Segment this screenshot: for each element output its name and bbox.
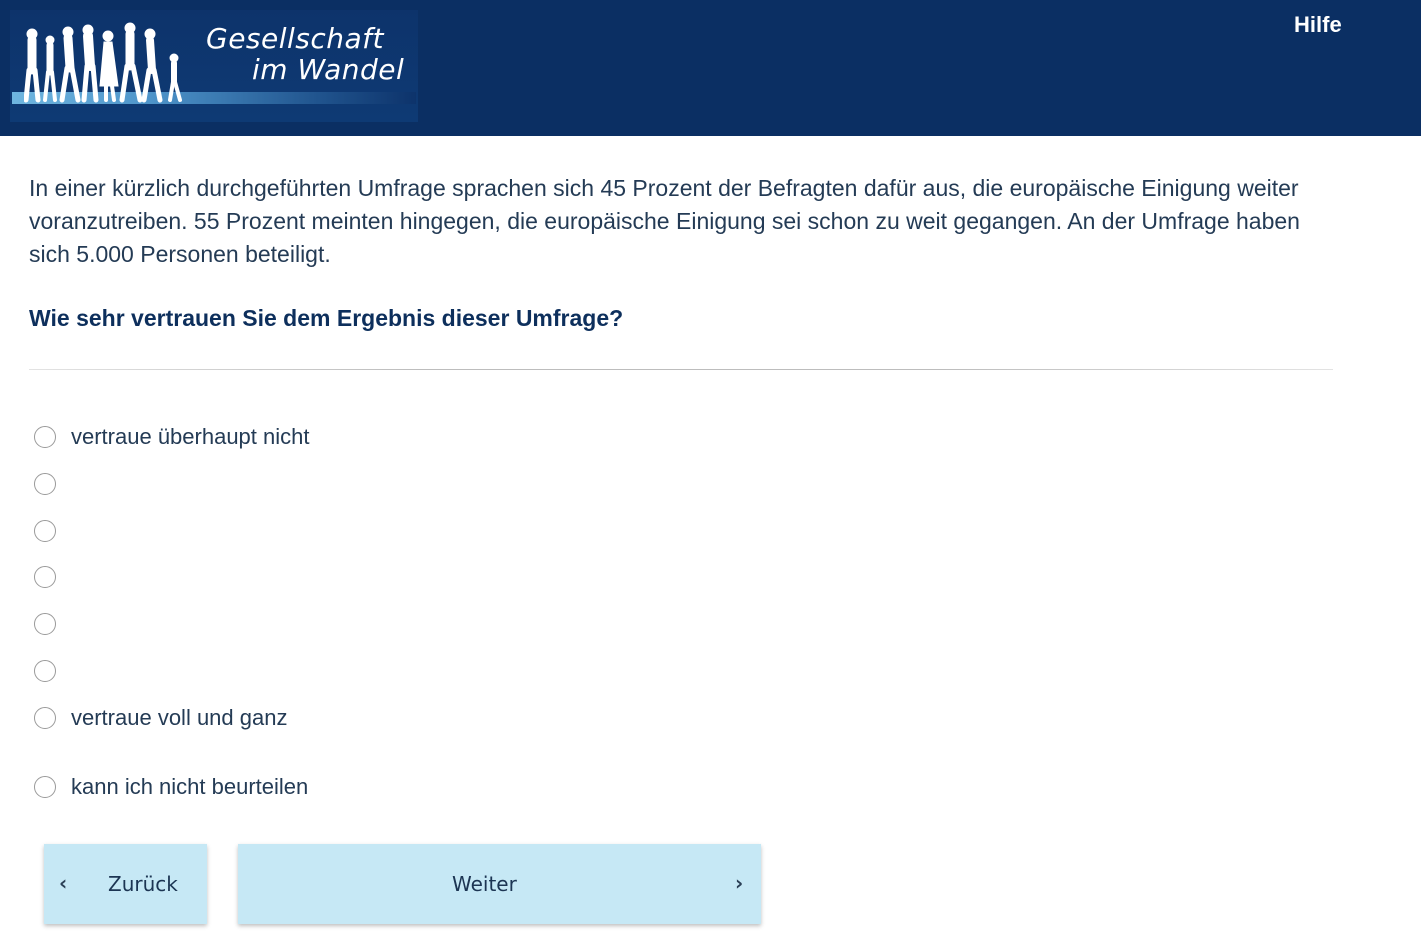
answer-option-label: kann ich nicht beurteilen [71, 774, 309, 799]
answer-option-1[interactable]: vertraue überhaupt nicht [34, 424, 310, 450]
radio-button[interactable] [34, 473, 56, 495]
back-button[interactable]: ‹ Zurück [44, 844, 207, 924]
radio-button[interactable] [34, 520, 56, 542]
radio-button[interactable] [34, 426, 56, 448]
logo: Gesellschaft im Wandel [10, 10, 418, 122]
help-link[interactable]: Hilfe [1294, 12, 1342, 38]
answer-option-3[interactable] [34, 518, 71, 544]
answer-option-4[interactable] [34, 564, 71, 590]
answer-option-7[interactable]: vertraue voll und ganz [34, 705, 287, 731]
chevron-right-icon: › [735, 871, 744, 895]
next-button[interactable]: Weiter › [238, 844, 761, 924]
question-text: Wie sehr vertrauen Sie dem Ergebnis dies… [29, 305, 624, 331]
answer-option-5[interactable] [34, 611, 71, 637]
radio-button[interactable] [34, 707, 56, 729]
divider [29, 369, 1333, 370]
answer-option-2[interactable] [34, 471, 71, 497]
answer-option-cannot-judge[interactable]: kann ich nicht beurteilen [34, 774, 308, 800]
radio-button[interactable] [34, 566, 56, 588]
question-intro: In einer kürzlich durchgeführten Umfrage… [29, 175, 1300, 267]
answer-option-label: vertraue voll und ganz [71, 705, 288, 730]
logo-text-line1: Gesellschaft [206, 22, 385, 55]
chevron-left-icon: ‹ [59, 871, 68, 895]
radio-button[interactable] [34, 776, 56, 798]
logo-text-line2: im Wandel [252, 53, 405, 86]
answer-option-6[interactable] [34, 658, 71, 684]
radio-button[interactable] [34, 613, 56, 635]
back-button-label: Zurück [108, 872, 178, 896]
header-bar: Gesellschaft im Wandel Hilfe [0, 0, 1421, 136]
next-button-label: Weiter [452, 872, 517, 896]
people-silhouettes-icon [24, 22, 182, 103]
answer-option-label: vertraue überhaupt nicht [71, 424, 310, 449]
radio-button[interactable] [34, 660, 56, 682]
